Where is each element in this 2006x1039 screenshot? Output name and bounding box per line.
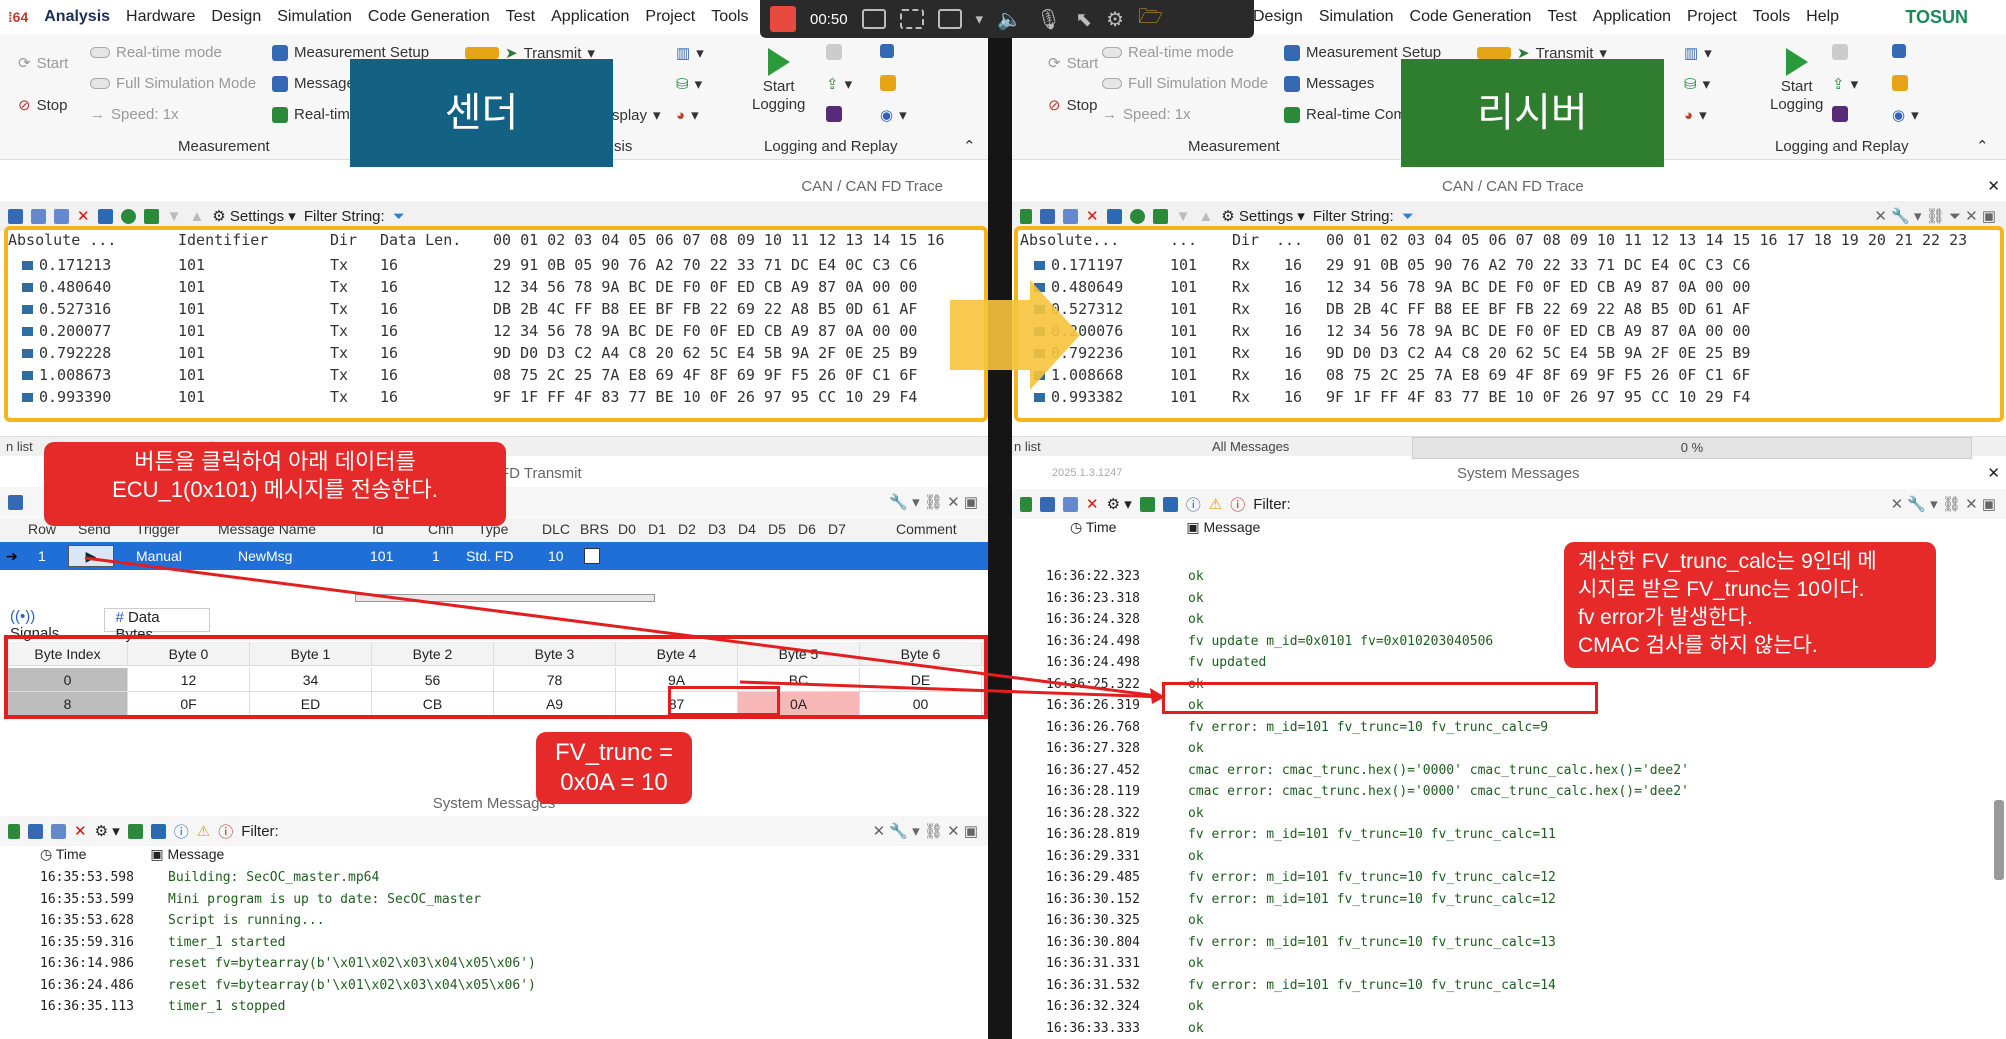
screen-recorder-toolbar: 00:50 ▾ 🔈 🎙 ⬉ ⚙ 🗁 [760, 0, 1254, 38]
microphone-icon[interactable]: 🎙 [1036, 7, 1061, 32]
callout-send: 버튼을 클릭하여 아래 데이터를 ECU_1(0x101) 메시지를 전송한다. [44, 442, 506, 526]
speaker-icon[interactable]: 🔈 [997, 7, 1022, 32]
callout-fv-trunc: FV_trunc = 0x0A = 10 [536, 732, 692, 804]
cursor-icon[interactable]: ⬉ [1075, 7, 1092, 32]
callout-error: 계산한 FV_trunc_calc는 9인데 메 시지로 받은 FV_trunc… [1564, 542, 1936, 668]
chevron-down-icon[interactable]: ▾ [976, 10, 984, 28]
recorder-time: 00:50 [810, 10, 848, 28]
folder-icon[interactable]: 🗁 [1138, 2, 1163, 36]
arrowhead-icon [1150, 688, 1165, 704]
region-icon[interactable] [899, 9, 924, 29]
transfer-arrow-icon [950, 280, 1080, 390]
monitor-icon[interactable] [861, 9, 886, 29]
link-line-sender [84, 556, 1166, 699]
record-stop-button[interactable] [770, 6, 796, 32]
format-icon[interactable] [937, 9, 962, 29]
gear-icon[interactable]: ⚙ [1106, 7, 1124, 32]
